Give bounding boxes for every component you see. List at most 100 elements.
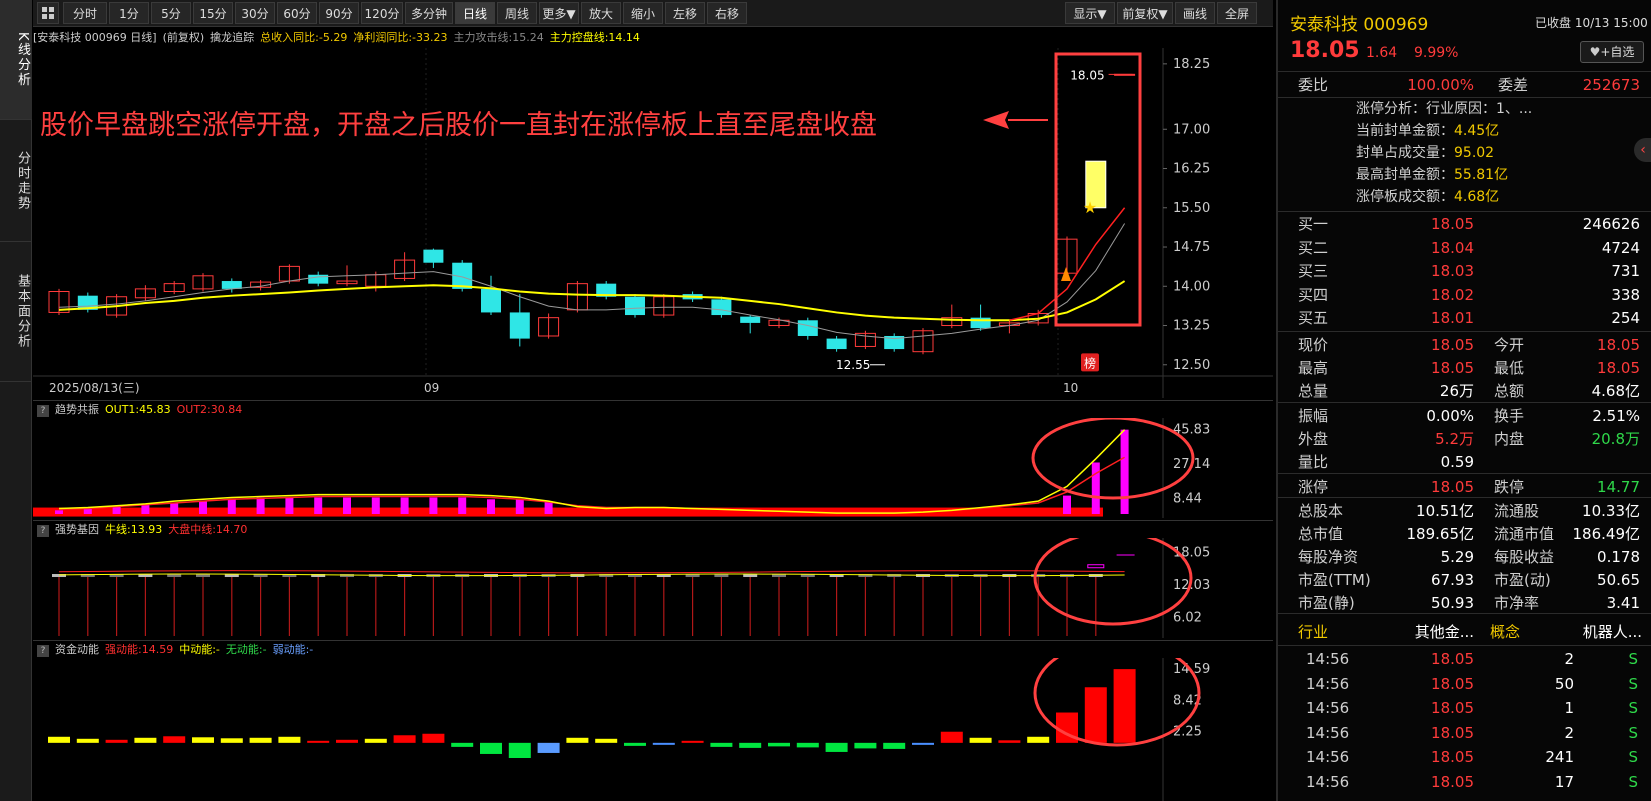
stat-label: 市盈(动) [1494, 571, 1551, 589]
tab-fundamental[interactable]: 基本面分析 [0, 242, 32, 382]
momentum-bar [1027, 736, 1050, 743]
y-tick-label: 8.44 [1173, 491, 1202, 506]
bid-row: 买五 18.01 254 [1278, 306, 1651, 330]
resonance-bar [112, 506, 121, 514]
momentum-bar [364, 738, 387, 743]
candle-body [711, 299, 732, 316]
stat-row: 总量 26万 总额 4.68亿 [1278, 379, 1651, 403]
strong-gene-chart[interactable]: 18.0512.036.02 [33, 538, 1273, 638]
trend-resonance-chart[interactable]: 45.8327.148.44 [33, 418, 1273, 518]
indicator-name[interactable]: 资金动能 [55, 643, 99, 656]
help-icon[interactable]: ? [37, 405, 49, 417]
momentum-bar [192, 737, 214, 743]
rocket-icon [1061, 267, 1071, 282]
stat-row: 最高 18.05 最低 18.05 [1278, 356, 1651, 380]
limit-turnover-label: 涨停板成交额： [1356, 189, 1454, 205]
period-button[interactable]: 30分 [235, 2, 275, 24]
momentum-bar [566, 737, 589, 743]
resonance-bar [199, 501, 207, 514]
period-button[interactable]: 更多▼ [539, 2, 579, 24]
help-icon[interactable]: ? [37, 645, 49, 657]
control-line-value: 主力控盘线:14.14 [549, 31, 640, 44]
stat-value: 14.77 [1597, 478, 1640, 496]
period-button[interactable]: 15分 [193, 2, 233, 24]
bid-level-label: 买五 [1298, 309, 1329, 327]
bid-volume: 731 [1611, 262, 1640, 280]
symbol-label: [安泰科技 000969 日线] [33, 31, 157, 44]
period-button[interactable]: 5分 [151, 2, 191, 24]
period-button[interactable]: 左移 [665, 2, 705, 24]
stat-value: 18.05 [1431, 359, 1474, 377]
stat-value: 189.65亿 [1406, 525, 1475, 543]
industry-concept-row: 行业 其他金... 概念 机器人... [1278, 620, 1651, 644]
industry-value[interactable]: 其他金... [1398, 620, 1474, 644]
tab-intraday[interactable]: 分时走势 [0, 120, 32, 242]
fund-momentum-chart[interactable]: 14.598.422.25 [33, 658, 1273, 801]
period-button[interactable]: 分时 [63, 2, 107, 24]
gene-highlight-marker [1087, 564, 1105, 569]
stat-row: 每股净资 5.29 每股收益 0.178 [1278, 545, 1651, 569]
period-button[interactable]: 120分 [361, 2, 403, 24]
price-candlestick-chart[interactable]: 18.25 17.00 16.25 15.50 14.75 14.00 13.25 12.50… [33, 48, 1273, 398]
grid-icon[interactable] [37, 2, 59, 24]
period-button[interactable]: 多分钟 [405, 2, 453, 24]
period-button[interactable]: 1分 [109, 2, 149, 24]
y-tick-label: 12.50 [1173, 358, 1210, 373]
stat-value: 0.178 [1597, 548, 1640, 566]
tick-time: 14:56 [1306, 674, 1350, 693]
market-mid-line [58, 570, 1125, 574]
stat-label: 今开 [1494, 336, 1525, 354]
stat-label: 流通股 [1494, 502, 1540, 520]
seal-ratio-label: 封单占成交量： [1356, 145, 1454, 161]
period-button[interactable]: 日线 [455, 2, 495, 24]
candle-body [797, 320, 818, 336]
candle-body [221, 281, 242, 289]
help-icon[interactable]: ? [37, 525, 49, 537]
tick-time: 14:56 [1306, 723, 1350, 742]
momentum-bar [48, 736, 70, 743]
toolbar-option-button[interactable]: 全屏 [1217, 2, 1257, 24]
period-button[interactable]: 缩小 [623, 2, 663, 24]
order-diff-value: 252673 [1582, 76, 1640, 94]
stock-name-code: 安泰科技 000969 [1290, 15, 1429, 35]
momentum-bar [163, 736, 186, 743]
period-button[interactable]: 放大 [581, 2, 621, 24]
resonance-bar [285, 497, 294, 514]
add-watchlist-button[interactable]: ♥+自选 [1580, 41, 1644, 63]
stat-value: 186.49亿 [1572, 525, 1641, 543]
revenue-yoy: 总收入同比:-5.29 [260, 31, 348, 44]
toolbar-option-button[interactable]: 前复权▼ [1117, 2, 1173, 24]
concept-value[interactable]: 机器人... [1570, 620, 1642, 644]
resonance-bar [400, 497, 409, 514]
toolbar-option-button[interactable]: 画线 [1175, 2, 1215, 24]
period-button[interactable]: 右移 [707, 2, 747, 24]
indicator-name[interactable]: 趋势共振 [55, 403, 99, 416]
momentum-bar [76, 738, 99, 743]
candle-body [423, 249, 444, 263]
period-button[interactable]: 90分 [319, 2, 359, 24]
resonance-bar [227, 499, 236, 514]
stat-value: 3.41 [1606, 594, 1640, 612]
stat-row: 振幅 0.00% 换手 2.51% [1278, 404, 1651, 428]
trend-resonance-header: ? 趋势共振 OUT1:45.83 OUT2:30.84 [33, 400, 1273, 418]
candle-body [509, 312, 530, 339]
indicator-name[interactable]: 擒龙追踪 [210, 31, 254, 44]
stat-label: 总市值 [1298, 525, 1344, 543]
bid-price: 18.04 [1431, 238, 1474, 257]
last-price: 18.05 [1290, 38, 1360, 63]
indicator-name[interactable]: 强势基因 [55, 523, 99, 536]
toolbar-option-button[interactable]: 显示▼ [1065, 2, 1115, 24]
stat-row: 市盈(静) 50.93 市净率 3.41 [1278, 591, 1651, 615]
bid-row: 买三 18.03 731 [1278, 259, 1651, 283]
order-ratio-value: 100.00% [1407, 76, 1474, 94]
market-status: 已收盘 10/13 15:00 [1535, 16, 1648, 30]
tick-price: 18.05 [1431, 723, 1474, 742]
period-button[interactable]: 60分 [277, 2, 317, 24]
period-button[interactable]: 周线 [497, 2, 537, 24]
collapse-arrow-icon[interactable]: ‹ [1634, 138, 1651, 162]
tab-kline-analysis[interactable]: K线分析 [0, 0, 32, 120]
bull-line [58, 573, 1125, 577]
stat-label: 量比 [1298, 453, 1329, 471]
limit-reason[interactable]: 涨停分析：行业原因：1、... [1356, 98, 1532, 120]
momentum-bar [1084, 687, 1107, 743]
